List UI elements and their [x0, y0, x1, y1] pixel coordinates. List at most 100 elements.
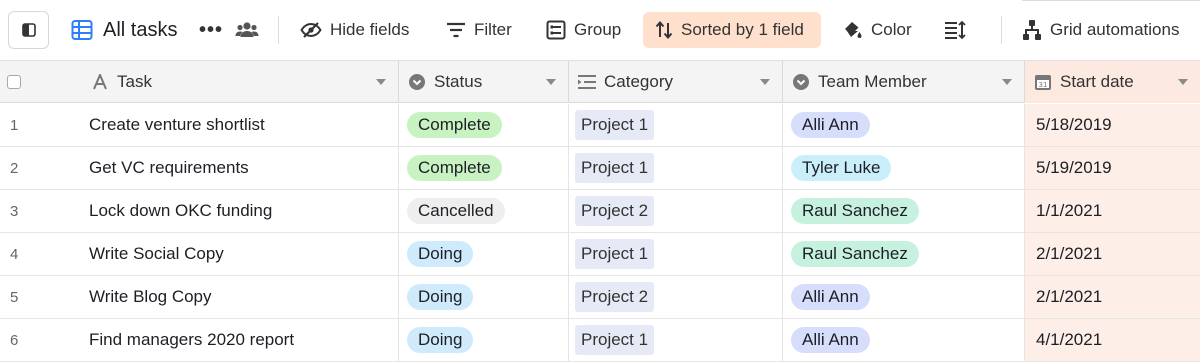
task-cell[interactable]: Write Blog Copy [70, 276, 399, 318]
chevron-down-icon[interactable] [376, 79, 386, 85]
row-number: 6 [0, 319, 70, 361]
column-header-team-member[interactable]: Team Member [783, 61, 1025, 103]
sort-button[interactable]: Sorted by 1 field [643, 12, 821, 48]
category-cell[interactable]: Project 1 [569, 319, 783, 361]
task-cell[interactable]: Find managers 2020 report [70, 319, 399, 361]
column-header-status[interactable]: Status [399, 61, 569, 103]
color-label: Color [871, 20, 912, 39]
task-cell[interactable]: Write Social Copy [70, 233, 399, 275]
filter-button[interactable]: Filter [446, 13, 512, 47]
start-date-cell[interactable]: 4/1/2021 [1025, 319, 1200, 361]
team-member-badge: Alli Ann [791, 284, 870, 310]
row-height-button[interactable] [944, 13, 966, 47]
color-button[interactable]: Color [843, 13, 912, 47]
start-date-cell[interactable]: 5/18/2019 [1025, 104, 1200, 146]
status-cell[interactable]: Complete [399, 147, 569, 189]
status-cell[interactable]: Doing [399, 233, 569, 275]
table-row[interactable]: 2 Get VC requirements Complete Project 1 Tyl… [0, 147, 1200, 190]
team-member-badge: Tyler Luke [791, 155, 892, 181]
toolbar-divider [278, 16, 279, 44]
table-row[interactable]: 4 Write Social Copy Doing Project 1 Raul San… [0, 233, 1200, 276]
category-link-chip[interactable]: Project 2 [575, 282, 655, 312]
group-button[interactable]: Group [546, 13, 621, 47]
category-cell[interactable]: Project 1 [569, 104, 783, 146]
status-cell[interactable]: Complete [399, 104, 569, 146]
grid-automations-button[interactable]: Grid automations [1022, 13, 1179, 47]
team-member-cell[interactable]: Alli Ann [783, 104, 1025, 146]
chevron-down-icon[interactable] [1178, 79, 1188, 85]
row-number: 4 [0, 233, 70, 275]
category-link-chip[interactable]: Project 1 [575, 239, 655, 269]
table-row[interactable]: 5 Write Blog Copy Doing Project 2 Alli Ann 2/… [0, 276, 1200, 319]
toolbar-top-line [1022, 0, 1200, 1]
view-selector[interactable]: All tasks [71, 13, 177, 47]
start-date-text: 5/19/2019 [1036, 158, 1112, 177]
category-link-chip[interactable]: Project 1 [575, 110, 655, 140]
table-row[interactable]: 1 Create venture shortlist Complete Project… [0, 104, 1200, 147]
team-member-cell[interactable]: Raul Sanchez [783, 190, 1025, 232]
team-member-badge: Raul Sanchez [791, 241, 919, 267]
hide-fields-label: Hide fields [330, 20, 410, 39]
column-header-label: Status [434, 72, 483, 91]
start-date-cell[interactable]: 1/1/2021 [1025, 190, 1200, 232]
team-member-badge: Raul Sanchez [791, 198, 919, 224]
chevron-down-icon[interactable] [1002, 79, 1012, 85]
row-number: 2 [0, 147, 70, 189]
team-member-badge: Alli Ann [791, 327, 870, 353]
single-select-icon [407, 72, 427, 92]
start-date-text: 4/1/2021 [1036, 330, 1103, 349]
status-cell[interactable]: Doing [399, 319, 569, 361]
grid-automations-label: Grid automations [1050, 20, 1180, 39]
data-grid: Task Status Category Team Member 31 Star… [0, 61, 1200, 364]
automation-icon [1022, 19, 1042, 41]
category-cell[interactable]: Project 1 [569, 147, 783, 189]
grid-header: Task Status Category Team Member 31 Star… [0, 61, 1200, 103]
category-cell[interactable]: Project 1 [569, 233, 783, 275]
category-cell[interactable]: Project 2 [569, 276, 783, 318]
task-text: Get VC requirements [89, 158, 249, 177]
start-date-cell[interactable]: 2/1/2021 [1025, 276, 1200, 318]
start-date-text: 5/18/2019 [1036, 115, 1112, 134]
team-member-cell[interactable]: Raul Sanchez [783, 233, 1025, 275]
task-cell[interactable]: Get VC requirements [70, 147, 399, 189]
category-cell[interactable]: Project 2 [569, 190, 783, 232]
sidebar-toggle-icon [21, 23, 36, 37]
start-date-text: 1/1/2021 [1036, 201, 1103, 220]
eye-slash-icon [300, 21, 322, 39]
status-cell[interactable]: Cancelled [399, 190, 569, 232]
category-link-chip[interactable]: Project 1 [575, 325, 655, 355]
chevron-down-icon[interactable] [760, 79, 770, 85]
row-height-icon [944, 20, 966, 40]
status-cell[interactable]: Doing [399, 276, 569, 318]
task-cell[interactable]: Lock down OKC funding [70, 190, 399, 232]
column-header-start-date[interactable]: 31 Start date [1025, 61, 1200, 103]
column-header-category[interactable]: Category [569, 61, 783, 103]
task-cell[interactable]: Create venture shortlist [70, 104, 399, 146]
row-number-label: 2 [10, 159, 19, 177]
category-link-chip[interactable]: Project 2 [575, 196, 655, 226]
view-name: All tasks [103, 18, 178, 41]
grid-view-icon [71, 19, 93, 41]
group-icon [546, 20, 566, 40]
header-select-all [0, 61, 70, 103]
team-member-cell[interactable]: Alli Ann [783, 276, 1025, 318]
toolbar-divider [1001, 16, 1002, 44]
collaborators-button[interactable] [235, 13, 259, 47]
team-member-cell[interactable]: Alli Ann [783, 319, 1025, 361]
column-header-task[interactable]: Task [70, 61, 399, 103]
hide-fields-button[interactable]: Hide fields [300, 13, 409, 47]
table-row[interactable]: 6 Find managers 2020 report Doing Project 1… [0, 319, 1200, 362]
view-more-button[interactable]: ••• [199, 13, 223, 47]
table-row[interactable]: 3 Lock down OKC funding Cancelled Project 2… [0, 190, 1200, 233]
team-member-cell[interactable]: Tyler Luke [783, 147, 1025, 189]
sort-arrows-icon [655, 21, 673, 39]
column-header-label: Task [117, 72, 152, 91]
start-date-cell[interactable]: 2/1/2021 [1025, 233, 1200, 275]
category-link-chip[interactable]: Project 1 [575, 153, 655, 183]
sidebar-toggle-button[interactable] [8, 11, 49, 49]
start-date-cell[interactable]: 5/19/2019 [1025, 147, 1200, 189]
chevron-down-icon[interactable] [546, 79, 556, 85]
row-number-label: 1 [10, 116, 19, 134]
more-icon: ••• [199, 18, 224, 41]
select-all-checkbox[interactable] [7, 75, 21, 89]
